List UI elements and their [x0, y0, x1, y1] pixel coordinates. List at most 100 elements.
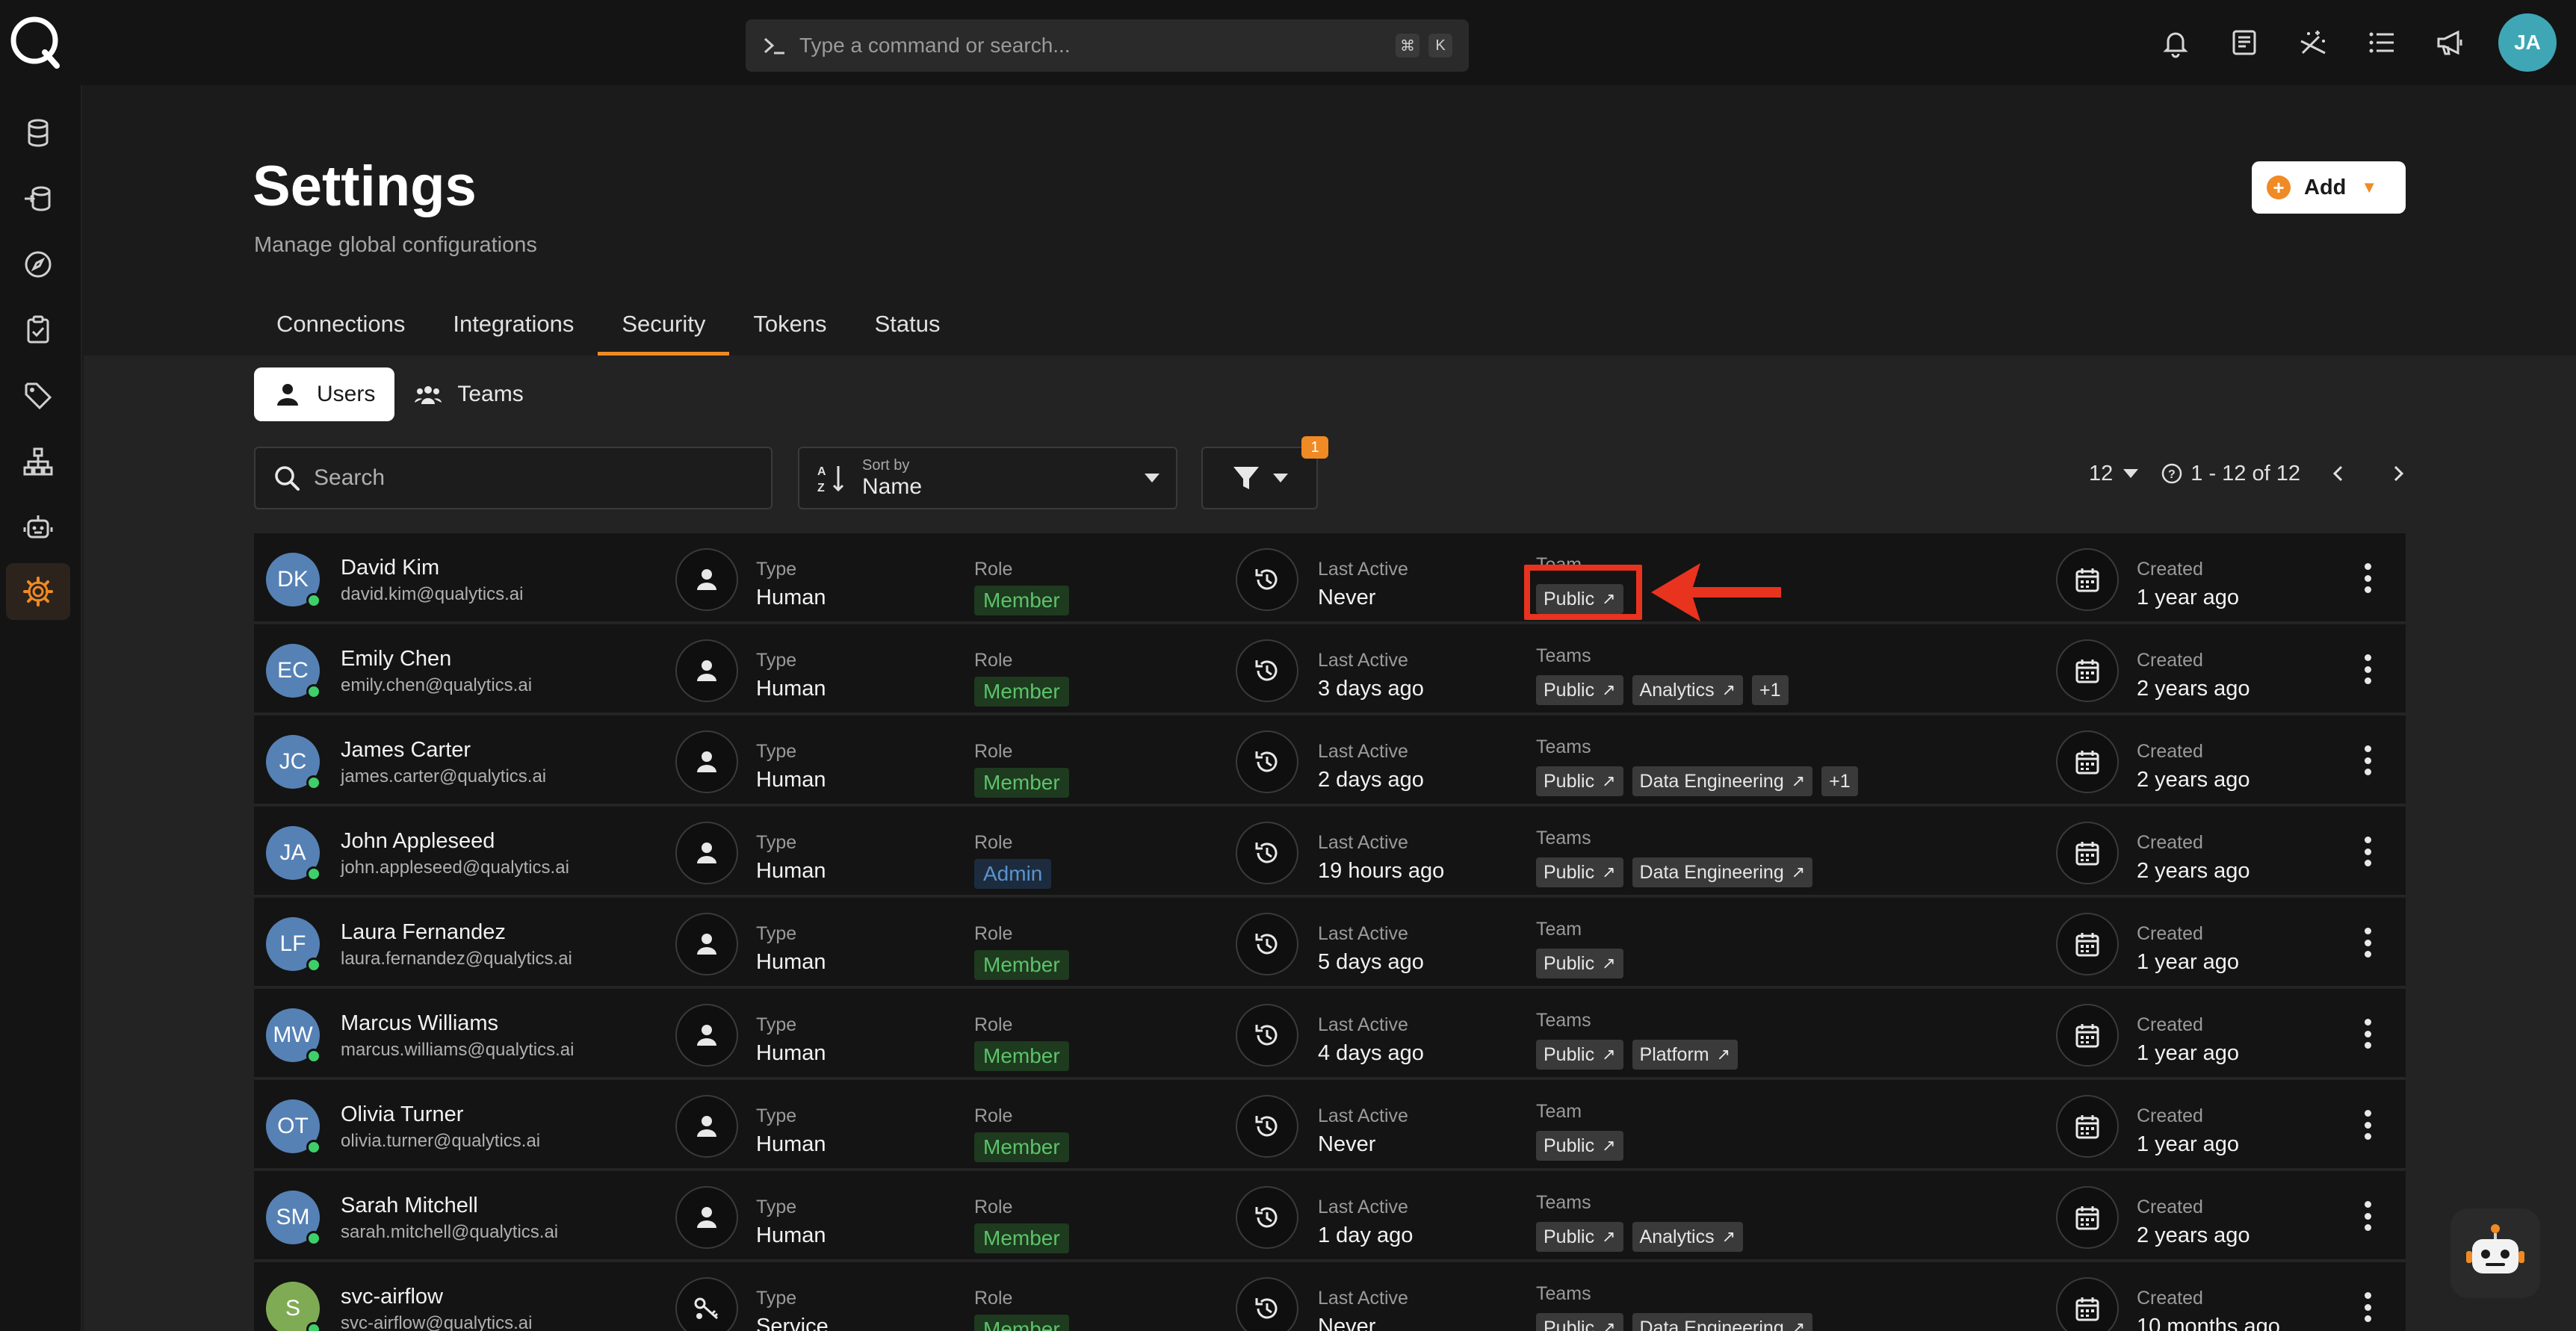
search-field[interactable] — [254, 447, 773, 509]
command-search-bar[interactable]: Type a command or search... ⌘ K — [746, 19, 1469, 72]
more-options-icon[interactable] — [2356, 1198, 2379, 1234]
table-row[interactable]: Ssvc-airflow svc-airflow@qualytics.ai Type… — [254, 1262, 2406, 1331]
team-tag[interactable]: Public ↗ — [1536, 857, 1623, 887]
tab-integrations[interactable]: Integrations — [429, 293, 598, 356]
plus-icon: + — [2267, 176, 2291, 199]
role-label: Role — [974, 1014, 1013, 1035]
tab-tokens[interactable]: Tokens — [729, 293, 850, 356]
list-icon[interactable] — [2347, 8, 2416, 77]
table-row[interactable]: JA John Appleseed john.appleseed@qualytics… — [254, 807, 2406, 896]
more-options-icon[interactable] — [2356, 1289, 2379, 1325]
add-button[interactable]: + Add ▼ — [2252, 161, 2406, 214]
qualytics-logo-icon[interactable] — [7, 13, 64, 70]
caret-down-icon[interactable] — [2123, 469, 2139, 478]
external-link-icon: ↗ — [1721, 1227, 1736, 1246]
more-options-icon[interactable] — [2356, 925, 2379, 961]
robot-icon[interactable] — [6, 499, 70, 556]
tab-status[interactable]: Status — [851, 293, 965, 356]
role-label: Role — [974, 1197, 1013, 1217]
search-input[interactable] — [314, 465, 732, 491]
clipboard-check-icon[interactable] — [6, 302, 70, 359]
more-options-icon[interactable] — [2356, 1107, 2379, 1143]
wand-icon[interactable] — [2279, 8, 2347, 77]
command-placeholder: Type a command or search... — [799, 34, 1071, 57]
more-options-icon[interactable] — [2356, 742, 2379, 778]
datastore-icon[interactable] — [6, 170, 70, 227]
team-tag[interactable]: Public ↗ — [1536, 1131, 1623, 1161]
team-tag[interactable]: Data Engineering ↗ — [1632, 1313, 1813, 1331]
table-row[interactable]: EC Emily Chen emily.chen@qualytics.ai Type H… — [254, 624, 2406, 714]
history-icon — [1236, 730, 1298, 793]
external-link-icon: ↗ — [1602, 1318, 1616, 1331]
bell-icon[interactable] — [2141, 8, 2210, 77]
annotation-highlight-box — [1524, 565, 1642, 620]
team-tag[interactable]: Data Engineering ↗ — [1632, 766, 1813, 796]
team-tag[interactable]: Public ↗ — [1536, 1222, 1623, 1252]
table-row[interactable]: DK David Kim david.kim@qualytics.ai Type Hum… — [254, 533, 2406, 623]
more-options-icon[interactable] — [2356, 1016, 2379, 1052]
team-tag[interactable]: Data Engineering ↗ — [1632, 857, 1813, 887]
created-value: 2 years ago — [2137, 677, 2250, 701]
user-avatar[interactable]: JA — [2498, 13, 2557, 72]
team-tag[interactable]: Public ↗ — [1536, 1040, 1623, 1070]
tag-icon[interactable] — [6, 367, 70, 424]
chevron-left-icon[interactable] — [2327, 462, 2350, 485]
table-row[interactable]: SM Sarah Mitchell sarah.mitchell@qualytics… — [254, 1171, 2406, 1261]
compass-icon[interactable] — [6, 236, 70, 293]
hierarchy-icon[interactable] — [6, 433, 70, 490]
online-status-dot — [306, 866, 321, 881]
type-label: Type — [756, 559, 797, 580]
sort-dropdown[interactable]: AZ Sort by Name — [798, 447, 1177, 509]
team-tag[interactable]: Public ↗ — [1536, 1313, 1623, 1331]
table-row[interactable]: MW Marcus Williams marcus.williams@qualyti… — [254, 989, 2406, 1079]
created-value: 2 years ago — [2137, 768, 2250, 792]
teams-label: Teams — [1536, 1192, 1591, 1213]
role-label: Role — [974, 559, 1013, 580]
tab-security[interactable]: Security — [598, 293, 730, 356]
team-tags: Public ↗ — [1536, 1131, 1632, 1161]
last-active-label: Last Active — [1318, 1105, 1408, 1126]
team-tag-label: Public — [1544, 1135, 1595, 1156]
team-tag-label: Public — [1544, 861, 1595, 883]
users-toggle-button[interactable]: Users — [254, 367, 395, 421]
history-icon — [1236, 1277, 1298, 1331]
teams-toggle-button[interactable]: Teams — [394, 367, 542, 421]
team-tag[interactable]: Public ↗ — [1536, 949, 1623, 978]
tab-connections[interactable]: Connections — [253, 293, 429, 356]
user-name: Olivia Turner — [341, 1102, 464, 1126]
type-label: Type — [756, 832, 797, 853]
document-icon[interactable] — [2210, 8, 2279, 77]
add-label: Add — [2304, 175, 2347, 199]
assistant-bot-button[interactable] — [2450, 1209, 2540, 1298]
filter-button[interactable] — [1201, 447, 1318, 509]
chevron-right-icon[interactable] — [2387, 462, 2409, 485]
more-options-icon[interactable] — [2356, 834, 2379, 869]
online-status-dot — [306, 1049, 321, 1064]
team-tag[interactable]: Public ↗ — [1536, 675, 1623, 705]
database-icon[interactable] — [6, 105, 70, 161]
table-row[interactable]: JC James Carter james.carter@qualytics.ai T… — [254, 716, 2406, 805]
team-tag[interactable]: Public ↗ — [1536, 766, 1623, 796]
table-row[interactable]: OT Olivia Turner olivia.turner@qualytics.a… — [254, 1080, 2406, 1170]
external-link-icon: ↗ — [1602, 1045, 1616, 1064]
team-tag[interactable]: Platform ↗ — [1632, 1040, 1739, 1070]
team-tag[interactable]: Analytics ↗ — [1632, 1222, 1744, 1252]
team-tag[interactable]: Analytics ↗ — [1632, 675, 1744, 705]
more-teams-badge[interactable]: +1 — [1752, 675, 1789, 705]
created-value: 1 year ago — [2137, 950, 2240, 974]
more-options-icon[interactable] — [2356, 560, 2379, 596]
per-page-select[interactable]: 12 — [2089, 462, 2113, 486]
more-options-icon[interactable] — [2356, 651, 2379, 687]
table-row[interactable]: LF Laura Fernandez laura.fernandez@qualyti… — [254, 898, 2406, 987]
gear-icon[interactable] — [6, 563, 70, 620]
sidebar — [0, 85, 82, 1331]
role-badge: Member — [974, 1132, 1069, 1162]
more-teams-badge[interactable]: +1 — [1821, 766, 1858, 796]
help-icon[interactable]: ? — [2161, 462, 2183, 485]
megaphone-icon[interactable] — [2416, 8, 2485, 77]
team-tags: Public ↗ Platform ↗ — [1536, 1040, 1747, 1070]
teams-label: Teams — [457, 382, 524, 406]
type-label: Type — [756, 741, 797, 762]
team-tag-label: Public — [1544, 952, 1595, 974]
type-value: Human — [756, 586, 826, 609]
